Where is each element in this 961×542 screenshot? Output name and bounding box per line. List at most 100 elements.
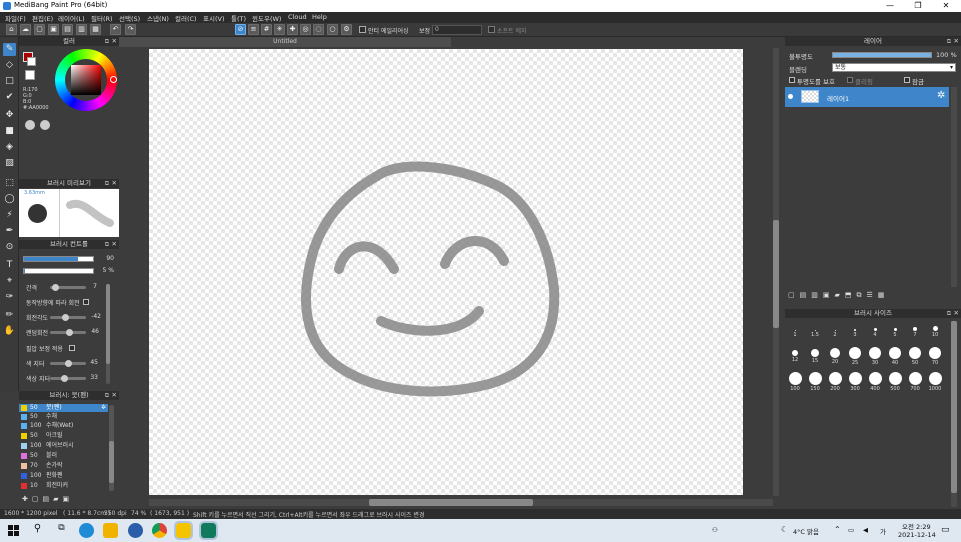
menu-cloud[interactable]: Cloud [288, 13, 307, 21]
folder-icon[interactable]: ▰ [53, 495, 62, 503]
delete-brush-icon[interactable]: ▣ [63, 495, 74, 503]
saturation-value-square[interactable] [71, 65, 101, 95]
snap-grid-icon[interactable]: # [261, 24, 272, 35]
brush-list-item[interactable]: 100 에어브러시 [19, 442, 108, 450]
merge-layer-icon[interactable]: ⬒ [845, 291, 857, 299]
blend-mode-select[interactable]: 보통 ▾ [832, 63, 956, 72]
brush-size-option[interactable]: 500 [885, 372, 905, 392]
close-icon[interactable]: ✕ [112, 240, 117, 249]
app-icon[interactable] [128, 523, 143, 538]
clock-time[interactable]: 오전 2:29 [902, 521, 931, 531]
eraser-tool-icon[interactable]: ◇ [3, 59, 16, 72]
brush-size-option[interactable]: 4 [865, 321, 885, 338]
layer-row[interactable]: 레이어1 ✲ [785, 87, 949, 107]
divide-tool-icon[interactable]: ⊙ [3, 241, 16, 254]
brush-list-item[interactable]: 100 수채(Wet) [19, 422, 108, 430]
maximize-button[interactable]: ❐ [904, 0, 932, 12]
menu-color[interactable]: 컬러(C) [175, 13, 197, 23]
add-brush-icon[interactable]: ✚ [22, 495, 32, 503]
close-icon[interactable]: ✕ [112, 391, 117, 400]
new-8bit-layer-icon[interactable]: ▥ [811, 291, 823, 299]
brush-size-option[interactable]: 12 [785, 346, 805, 363]
brush-size-option[interactable]: 1.5 [805, 321, 825, 338]
brush-size-option[interactable]: 5 [885, 321, 905, 338]
save-icon[interactable]: ▣ [48, 24, 59, 35]
text-tool-icon[interactable]: T [3, 259, 16, 272]
ime-icon[interactable]: 가 [880, 526, 886, 536]
hue-marker[interactable] [110, 76, 117, 83]
brush-size-option[interactable]: 15 [805, 346, 825, 364]
vertical-scrollbar[interactable] [773, 48, 779, 496]
new-brush-icon[interactable]: ▢ [32, 495, 43, 503]
rotate-direction-checkbox[interactable] [83, 299, 89, 305]
brush-size-option[interactable]: 200 [825, 372, 845, 392]
close-icon[interactable]: ✕ [954, 309, 959, 318]
menu-view[interactable]: 표시(V) [203, 13, 224, 23]
chevron-up-icon[interactable]: ⌃ [834, 525, 841, 534]
brush-size-slider[interactable] [23, 256, 94, 262]
brush-list-item[interactable]: 50 블러 [19, 452, 108, 460]
correction-select[interactable]: 0 [432, 25, 482, 35]
close-button[interactable]: ✕ [932, 0, 960, 12]
clipping-checkbox[interactable] [847, 77, 853, 83]
clock-date[interactable]: 2021-12-14 [898, 531, 936, 539]
gear-icon[interactable]: ✲ [937, 90, 945, 101]
brush-control-scrollbar[interactable] [106, 284, 110, 384]
network-icon[interactable]: ▭ [848, 526, 854, 534]
protect-alpha-checkbox[interactable] [789, 77, 795, 83]
brush-list-scrollbar[interactable] [109, 405, 114, 491]
brush-size-option[interactable]: 30 [865, 346, 885, 366]
brush-list-item[interactable]: 50 아크릴 [19, 432, 108, 440]
hand-tool-icon[interactable]: ✋ [3, 325, 16, 338]
redo-icon[interactable]: ↷ [125, 24, 136, 35]
delete-layer-icon[interactable]: ▦ [878, 291, 890, 299]
brush-opacity-slider[interactable] [23, 268, 94, 274]
brush-size-option[interactable]: 3 [845, 321, 865, 338]
brush-size-scrollbar[interactable] [951, 321, 957, 507]
volume-icon[interactable]: ◀ [863, 526, 868, 534]
search-icon[interactable]: ⚲ [30, 523, 45, 538]
kakaotalk-icon[interactable] [174, 521, 193, 540]
lasso-tool-icon[interactable]: ◯ [3, 193, 16, 206]
new-halftone-layer-icon[interactable]: ▤ [800, 291, 812, 299]
file-explorer-icon[interactable] [103, 523, 118, 538]
lock-checkbox[interactable] [904, 77, 910, 83]
eye-icon[interactable] [788, 94, 793, 99]
snap-cross-icon[interactable]: ✚ [287, 24, 298, 35]
brush-list-item[interactable]: 50 수채 [19, 413, 108, 421]
brush-size-option[interactable]: 300 [845, 372, 865, 392]
grid-icon[interactable]: ▦ [90, 24, 101, 35]
page-icon[interactable]: ▥ [76, 24, 87, 35]
antialias-checkbox[interactable] [359, 26, 366, 33]
brush-size-option[interactable]: 2 [825, 321, 845, 338]
undo-icon[interactable]: ↶ [110, 24, 121, 35]
brush-size-option[interactable]: 100 [785, 372, 805, 392]
menu-layer[interactable]: 레이어(L) [58, 13, 85, 23]
menu-snap[interactable]: 스냅(N) [147, 13, 169, 23]
home-icon[interactable]: ⌂ [6, 24, 17, 35]
copy-layer-icon[interactable]: ⧉ [857, 291, 867, 299]
snap-curve-icon[interactable]: ◌ [313, 24, 324, 35]
pen-tool-icon[interactable]: ✏ [3, 309, 16, 322]
brush-size-option[interactable]: 70 [925, 346, 945, 366]
menu-edit[interactable]: 편집(E) [32, 13, 53, 23]
secondary-color-swatch[interactable] [27, 57, 36, 66]
brush-size-option[interactable]: 1 [785, 321, 805, 338]
hue-jitter-slider[interactable] [50, 360, 86, 367]
brush-size-option[interactable]: 7 [905, 321, 925, 338]
selection-pen-icon[interactable]: ✔ [3, 91, 16, 104]
windows-start-icon[interactable] [6, 523, 21, 538]
horizontal-scrollbar[interactable] [149, 499, 773, 506]
pressure-checkbox[interactable] [69, 345, 75, 351]
drawing-canvas[interactable] [149, 49, 743, 495]
close-icon[interactable]: ✕ [954, 37, 959, 46]
brush-size-option[interactable]: 40 [885, 346, 905, 366]
edge-browser-icon[interactable] [79, 523, 94, 538]
move-tool-icon[interactable]: ✥ [3, 109, 16, 122]
operation-tool-icon[interactable]: ⌖ [3, 275, 16, 288]
soft-edge-checkbox[interactable] [488, 26, 495, 33]
eyedropper-tool-icon[interactable]: ✑ [3, 291, 16, 304]
palette-icon[interactable] [25, 120, 35, 130]
snap-ellipse-icon[interactable]: ○ [327, 24, 338, 35]
magic-wand-icon[interactable]: ⚡ [3, 209, 16, 222]
